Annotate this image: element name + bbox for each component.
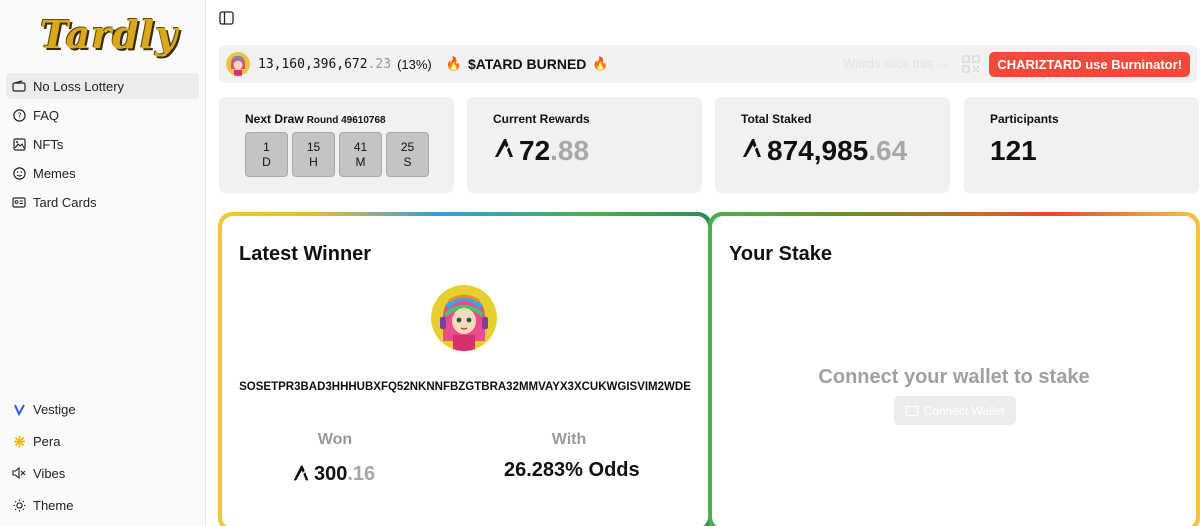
- winner-avatar: [431, 285, 497, 351]
- sidebar-item-vestige[interactable]: Vestige: [6, 395, 199, 423]
- sidebar-item-theme[interactable]: Theme: [6, 491, 199, 519]
- total-staked-label: Total Staked: [741, 112, 812, 126]
- qr-code-icon[interactable]: [962, 55, 980, 73]
- participants-card: Participants 121: [964, 97, 1199, 193]
- latest-winner-border: Latest Winner SOSETPR3BAD3HHHUBXFQ52NKNN…: [218, 212, 712, 526]
- participants-value: 121: [990, 135, 1037, 166]
- won-label: Won: [317, 431, 353, 448]
- connect-wallet-label: Connect Wallet: [923, 403, 1005, 418]
- burned-amount: 13,160,396,672.23: [258, 57, 391, 72]
- next-draw-title: Next Draw: [245, 112, 304, 126]
- connect-wallet-message: Connect your wallet to stake: [818, 366, 1090, 388]
- timer-unit: M: [355, 155, 366, 169]
- images-icon: [12, 137, 26, 151]
- latest-winner-panel: Latest Winner SOSETPR3BAD3HHHUBXFQ52NKNN…: [222, 216, 708, 526]
- sidebar-item-pera[interactable]: Pera: [6, 427, 199, 455]
- total-staked-dec: .64: [868, 135, 908, 166]
- current-rewards-dec: .88: [550, 135, 590, 166]
- timer-value: 25: [400, 140, 415, 154]
- won-dec: .16: [347, 462, 376, 485]
- current-rewards-int: 72: [519, 135, 551, 166]
- svg-text:?: ?: [17, 111, 21, 120]
- sun-icon: [12, 498, 26, 512]
- fire-icon: 🔥: [445, 56, 462, 71]
- total-staked-card: Total Staked 874,985.64: [715, 97, 950, 193]
- timer-minutes: 41 M: [339, 132, 382, 177]
- participants-label: Participants: [990, 112, 1059, 126]
- timer-unit: D: [262, 155, 271, 169]
- burninator-button[interactable]: CHARIZTARD use Burninator!: [989, 52, 1190, 77]
- with-label: With: [551, 431, 587, 448]
- timer-value: 15: [306, 140, 321, 154]
- algo-currency-icon: [292, 459, 310, 489]
- sidebar-item-label: NFTs: [33, 136, 64, 152]
- sidebar-bottom-nav: Vestige Pera Vibes Theme: [6, 395, 199, 523]
- ticket-icon: [12, 79, 26, 93]
- timer-hours: 15 H: [292, 132, 335, 177]
- your-stake-title: Your Stake: [729, 243, 832, 265]
- current-rewards-value: 72.88: [493, 135, 589, 167]
- total-staked-value: 874,985.64: [741, 135, 907, 167]
- sidebar-item-nfts[interactable]: NFTs: [6, 131, 199, 157]
- burned-amount-int: 13,160,396,672: [258, 56, 368, 72]
- timer-value: 1: [263, 140, 270, 154]
- connect-wallet-button[interactable]: Connect Wallet: [894, 396, 1016, 425]
- current-rewards-label: Current Rewards: [493, 112, 590, 126]
- round-number: Round 49610768: [306, 115, 386, 126]
- wallet-icon: [905, 405, 918, 416]
- pera-logo-icon: [12, 434, 26, 448]
- timer-unit: S: [403, 155, 412, 169]
- fire-icon: 🔥: [592, 56, 609, 71]
- sidebar-item-label: Pera: [33, 433, 61, 449]
- timer-value: 41: [353, 140, 368, 154]
- your-stake-border: Your Stake Connect your wallet to stake …: [708, 212, 1200, 526]
- sidebar-item-label: Theme: [33, 497, 74, 513]
- sidebar: Tardly No Loss Lottery ? FAQ NFTs Memes …: [0, 0, 206, 526]
- sidebar-item-vibes[interactable]: Vibes: [6, 459, 199, 487]
- sidebar-item-label: Memes: [33, 165, 76, 181]
- winner-address[interactable]: SOSETPR3BAD3HHHUBXFQ52NKNNFBZGTBRA32MMVA…: [222, 381, 708, 393]
- next-draw-label: Next Draw Round 49610768: [245, 112, 386, 126]
- sidebar-item-label: Vibes: [33, 465, 66, 481]
- won-int: 300: [314, 462, 348, 485]
- app-root: Tardly No Loss Lottery ? FAQ NFTs Memes …: [0, 0, 1200, 526]
- sidebar-item-label: FAQ: [33, 107, 60, 123]
- your-stake-panel: Your Stake Connect your wallet to stake …: [712, 216, 1196, 526]
- id-card-icon: [12, 195, 26, 209]
- countdown-timer: 1D 15 H 41 M 25 S: [245, 132, 433, 177]
- sidebar-item-label: Vestige: [33, 401, 76, 417]
- sidebar-nav: No Loss Lottery ? FAQ NFTs Memes Tard Ca…: [6, 73, 199, 218]
- sidebar-item-no-loss-lottery[interactable]: No Loss Lottery: [6, 73, 199, 99]
- sidebar-item-tard-cards[interactable]: Tard Cards: [6, 189, 199, 215]
- speaker-mute-icon: [12, 466, 26, 480]
- smile-icon: [12, 166, 26, 180]
- current-rewards-card: Current Rewards 72.88: [467, 97, 702, 193]
- total-staked-int: 874,985: [767, 135, 869, 166]
- sidebar-toggle-icon[interactable]: [219, 11, 235, 27]
- latest-winner-title: Latest Winner: [239, 243, 372, 265]
- sidebar-item-faq[interactable]: ? FAQ: [6, 102, 199, 128]
- burned-percent: (13%): [397, 56, 432, 72]
- won-amount: 300.16: [292, 459, 375, 489]
- timer-seconds: 25 S: [386, 132, 429, 177]
- winner-odds: 26.283% Odds: [504, 459, 640, 481]
- algo-currency-icon: [741, 136, 763, 166]
- faded-hint-link[interactable]: Words click this →: [843, 56, 950, 71]
- burn-avatar-icon: [226, 52, 250, 76]
- burn-ticker-bar: 13,160,396,672.23 (13%) 🔥 $ATARD BURNED …: [219, 45, 1197, 83]
- algo-currency-icon: [493, 136, 515, 166]
- timer-days: 1D: [245, 132, 288, 177]
- sidebar-item-label: No Loss Lottery: [33, 78, 125, 94]
- timer-unit: H: [309, 155, 318, 169]
- burned-label: $ATARD BURNED: [467, 56, 587, 72]
- sidebar-item-memes[interactable]: Memes: [6, 160, 199, 186]
- burned-amount-dec: .23: [367, 56, 392, 72]
- next-draw-card: Next Draw Round 49610768 1D 15 H 41 M 25 S: [219, 97, 454, 193]
- app-logo[interactable]: Tardly: [40, 12, 178, 57]
- vestige-logo-icon: [12, 402, 26, 416]
- question-circle-icon: ?: [12, 108, 26, 122]
- sidebar-item-label: Tard Cards: [33, 194, 97, 210]
